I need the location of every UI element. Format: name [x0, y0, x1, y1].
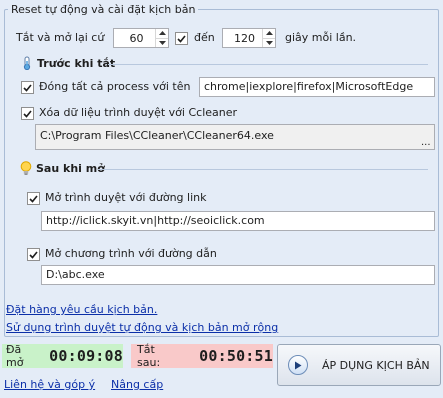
play-icon — [288, 355, 308, 375]
opened-timer: Đã mở 00:09:08 — [2, 343, 123, 369]
after-open-divider — [98, 169, 428, 170]
clear-browser-checkbox[interactable] — [21, 107, 34, 120]
before-close-divider — [108, 64, 428, 65]
reset-enable-checkbox[interactable] — [175, 32, 188, 45]
upgrade-link[interactable]: Nâng cấp — [111, 378, 163, 391]
close-process-label: Đóng tất cả process với tên — [39, 80, 191, 93]
ccleaner-path-input[interactable]: C:\Program Files\CCleaner\CCleaner64.exe — [35, 124, 435, 150]
open-browser-checkbox[interactable] — [27, 192, 40, 205]
reset-suffix-label: giây mỗi lần. — [285, 31, 357, 44]
auto-browser-link[interactable]: Sử dụng trình duyệt tự động và kịch bản … — [6, 321, 278, 334]
close-after-timer: Tắt sau: 00:50:51 — [131, 343, 273, 369]
checkmark-icon — [29, 194, 38, 203]
before-close-title: Trước khi tắt — [37, 57, 116, 70]
open-browser-label: Mở trình duyệt với đường link — [45, 191, 207, 204]
spin-down-icon[interactable] — [156, 37, 168, 48]
apply-script-button[interactable]: ÁP DỤNG KỊCH BẢN — [277, 344, 441, 386]
reset-prefix-label: Tắt và mở lại cứ — [16, 31, 105, 44]
reset-to-value[interactable]: 120 — [223, 32, 262, 45]
thermometer-icon — [21, 56, 33, 73]
reset-from-value[interactable]: 60 — [114, 32, 155, 45]
lightbulb-icon — [20, 161, 32, 178]
program-path-input[interactable]: D:\abc.exe — [41, 265, 435, 285]
spin-up-icon[interactable] — [263, 29, 275, 38]
checkmark-icon — [23, 109, 32, 118]
open-program-checkbox[interactable] — [27, 248, 40, 261]
checkmark-icon — [177, 34, 186, 43]
reset-from-label: đến — [194, 31, 215, 44]
reset-from-spinner[interactable]: 60 — [113, 28, 169, 48]
opened-timer-value: 00:09:08 — [49, 347, 123, 365]
apply-script-label: ÁP DỤNG KỊCH BẢN — [322, 358, 430, 372]
close-after-label: Tắt sau: — [137, 343, 161, 369]
opened-timer-label: Đã mở — [6, 343, 24, 369]
checkmark-icon — [23, 83, 32, 92]
process-names-input[interactable]: chrome|iexplore|firefox|MicrosoftEdge — [199, 77, 435, 97]
close-process-checkbox[interactable] — [21, 81, 34, 94]
browser-links-input[interactable]: http://iclick.skyit.vn|http://seoiclick.… — [41, 211, 435, 231]
reset-to-spinner[interactable]: 120 — [222, 28, 276, 48]
order-script-link[interactable]: Đặt hàng yêu cầu kịch bản. — [6, 303, 157, 316]
reset-group-title: Reset tự động và cài đặt kịch bản — [8, 3, 199, 16]
open-program-label: Mở chương trình với đường dẫn — [45, 247, 217, 260]
close-after-value: 00:50:51 — [199, 347, 273, 365]
browse-button[interactable]: ... — [421, 137, 431, 148]
clear-browser-label: Xóa dữ liệu trình duyệt với Ccleaner — [39, 106, 238, 119]
checkmark-icon — [29, 250, 38, 259]
after-open-title: Sau khi mở — [36, 162, 105, 175]
contact-link[interactable]: Liên hệ và góp ý — [4, 378, 95, 391]
spin-down-icon[interactable] — [263, 37, 275, 48]
spin-up-icon[interactable] — [156, 29, 168, 38]
